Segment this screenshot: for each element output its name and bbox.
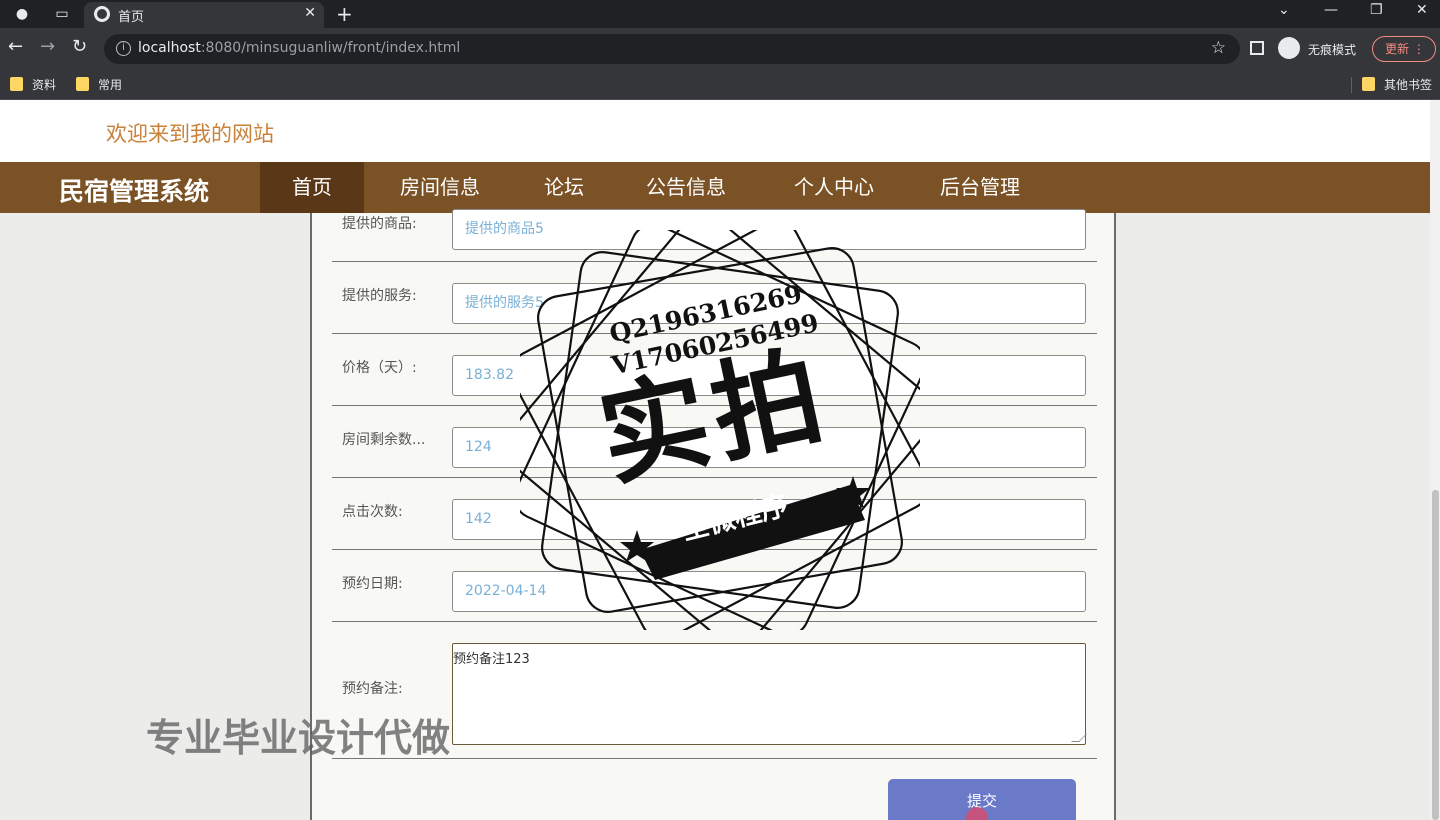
clicks-label: 点击次数: [342, 504, 403, 520]
booking-note-textarea[interactable]: 预约备注123 [452, 643, 1087, 745]
incognito-icon[interactable] [1278, 37, 1300, 59]
browser-toolbar: ← → ↻ i localhost:8080/minsuguanliw/fron… [0, 28, 1440, 70]
site-brand[interactable]: 民宿管理系统 [59, 172, 209, 208]
new-tab-button[interactable]: + [336, 2, 353, 26]
booking-date-label: 预约日期: [342, 576, 403, 592]
bookmark-folder[interactable]: 常用 [76, 76, 122, 93]
nav-room-info[interactable]: 房间信息 [380, 162, 500, 213]
tab-list-chevron-icon[interactable]: ⌄ [1278, 2, 1290, 18]
browser-tab-bar: ● ▭ 首页 ✕ + ⌄ — ❐ ✕ [0, 0, 1440, 28]
reload-button[interactable]: ↻ [72, 36, 87, 57]
nav-notices[interactable]: 公告信息 [626, 162, 746, 213]
url-text: localhost:8080/minsuguanliw/front/index.… [138, 40, 461, 56]
site-info-icon[interactable]: i [116, 41, 131, 56]
goods-label: 提供的商品: [342, 216, 417, 232]
address-bar[interactable]: i localhost:8080/minsuguanliw/front/inde… [104, 34, 1240, 64]
other-bookmarks-folder[interactable]: 其他书签 [1362, 76, 1432, 93]
bookmark-separator [1351, 77, 1352, 93]
side-panel-icon[interactable] [1250, 41, 1264, 55]
site-header: 欢迎来到我的网站 [0, 100, 1430, 162]
price-label: 价格（天）: [342, 360, 417, 376]
browser-profile-icon[interactable]: ● [12, 4, 32, 24]
minimize-button[interactable]: — [1324, 2, 1338, 18]
main-navbar: 民宿管理系统 首页 房间信息 论坛 公告信息 个人中心 后台管理 [0, 162, 1430, 213]
restore-button[interactable]: ❐ [1370, 2, 1383, 18]
incognito-label: 无痕模式 [1308, 43, 1357, 57]
nav-home[interactable]: 首页 [260, 162, 364, 213]
close-tab-icon[interactable]: ✕ [304, 5, 316, 21]
back-button[interactable]: ← [8, 36, 23, 57]
bookmark-folder[interactable]: 资料 [10, 76, 56, 93]
bookmarks-bar: 资料 常用 其他书签 [0, 70, 1440, 100]
nav-admin[interactable]: 后台管理 [908, 162, 1052, 213]
promo-watermark-text: 专业毕业设计代做 [146, 716, 451, 760]
forward-button[interactable]: → [40, 36, 55, 57]
nav-personal-center[interactable]: 个人中心 [762, 162, 906, 213]
welcome-text: 欢迎来到我的网站 [106, 122, 274, 146]
resize-grip-icon[interactable] [1071, 734, 1087, 742]
close-window-button[interactable]: ✕ [1416, 2, 1428, 18]
service-label: 提供的服务: [342, 288, 417, 304]
booking-note-text: 预约备注123 [453, 652, 530, 667]
tab-home[interactable]: 首页 ✕ [84, 2, 324, 28]
globe-icon [94, 6, 110, 22]
booking-note-label: 预约备注: [342, 681, 403, 697]
nav-forum[interactable]: 论坛 [514, 162, 614, 213]
scrollbar-thumb[interactable] [1432, 490, 1439, 820]
rooms-left-label: 房间剩余数... [342, 432, 426, 448]
tab-search-icon[interactable]: ▭ [52, 4, 72, 24]
bookmark-star-icon[interactable]: ☆ [1211, 38, 1226, 58]
update-button[interactable]: 更新 ⋮ [1372, 36, 1436, 62]
tab-title: 首页 [118, 10, 145, 25]
